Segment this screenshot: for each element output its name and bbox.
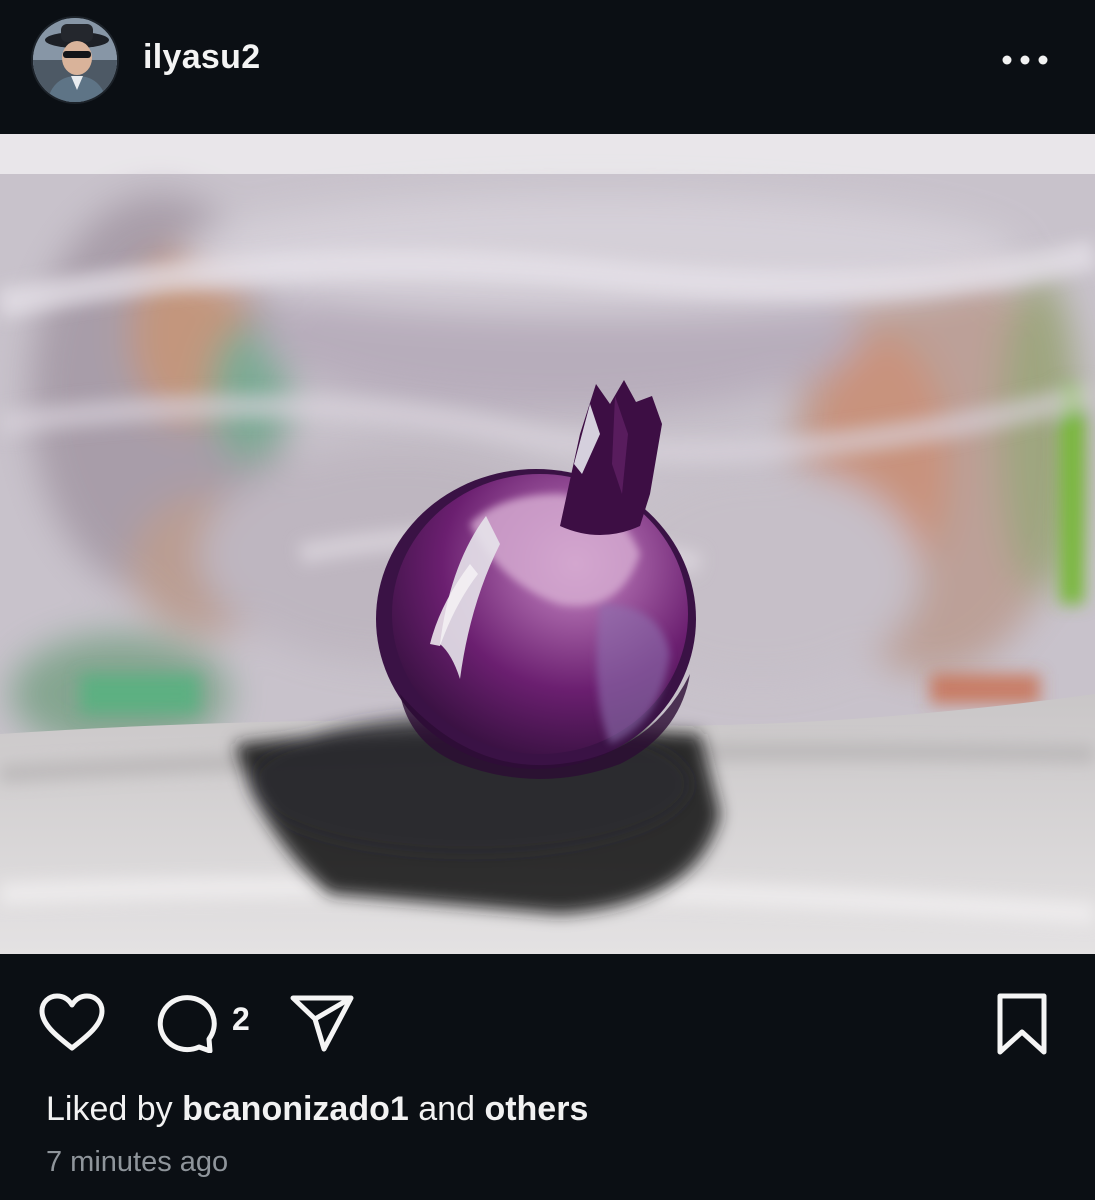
likes-prefix: Liked by — [46, 1090, 173, 1128]
likes-summary: Liked by bcanonizado1 and others — [46, 1090, 588, 1129]
avatar[interactable] — [33, 18, 117, 102]
avatar-image — [33, 18, 117, 102]
heart-icon — [39, 993, 105, 1051]
onion-painting — [0, 134, 1095, 954]
bookmark-icon — [997, 993, 1047, 1055]
save-button[interactable] — [992, 991, 1052, 1057]
likes-connector: and — [418, 1090, 475, 1128]
liked-by-user-link[interactable]: bcanonizado1 — [182, 1090, 409, 1128]
comment-count: 2 — [232, 1001, 250, 1037]
send-icon — [290, 995, 354, 1052]
post-header: ilyasu2 — [0, 0, 1095, 134]
post-timestamp: 7 minutes ago — [46, 1146, 229, 1178]
more-options-button[interactable] — [995, 40, 1055, 80]
likes-others-link[interactable]: others — [484, 1090, 588, 1128]
post-actions-bar: 2 — [0, 955, 1095, 1085]
like-button[interactable] — [38, 993, 106, 1053]
comment-button[interactable] — [152, 993, 218, 1054]
more-horizontal-icon — [1002, 55, 1048, 65]
post-image[interactable] — [0, 134, 1095, 954]
comment-icon — [157, 995, 217, 1054]
share-button[interactable] — [288, 991, 356, 1053]
post-username[interactable]: ilyasu2 — [143, 38, 260, 77]
